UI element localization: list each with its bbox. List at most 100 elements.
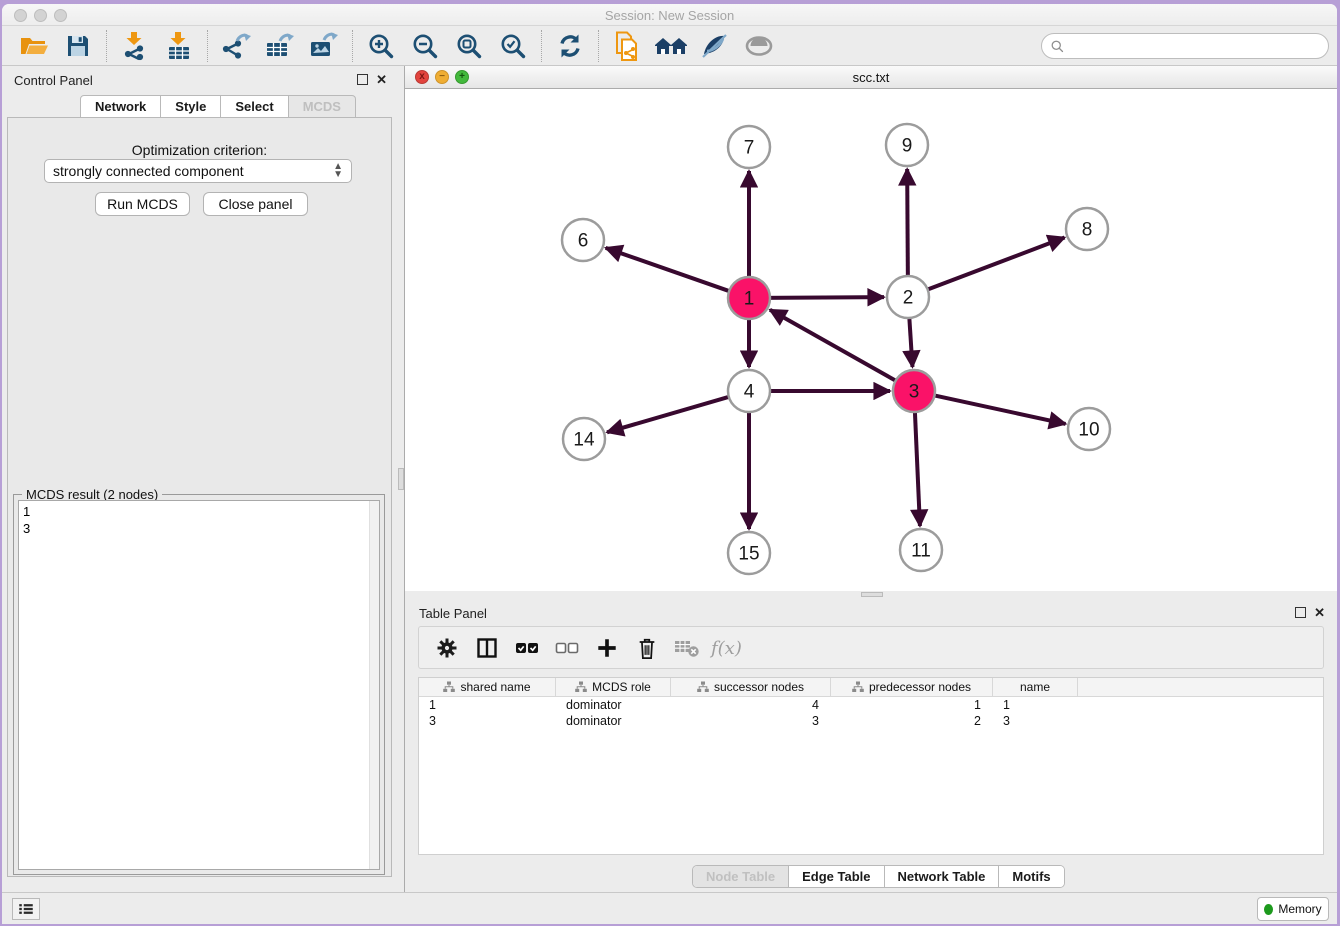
graph-node-8[interactable]: 8 (1066, 208, 1108, 250)
birds-eye-view-button[interactable] (737, 29, 781, 63)
column-header-shared-name[interactable]: shared name (419, 678, 556, 696)
graph-edge-1-2[interactable] (764, 297, 884, 298)
svg-text:9: 9 (902, 136, 913, 157)
save-session-button[interactable] (56, 29, 100, 63)
graph-node-3[interactable]: 3 (893, 370, 935, 412)
svg-text:8: 8 (1082, 220, 1093, 241)
graph-node-1[interactable]: 1 (728, 277, 770, 319)
column-header-MCDS-role[interactable]: MCDS role (556, 678, 671, 696)
table-cell[interactable]: 4 (671, 697, 831, 713)
toggle-panes-button[interactable] (469, 631, 505, 665)
graph-edge-3-11[interactable] (915, 406, 920, 526)
svg-text:15: 15 (738, 544, 759, 565)
table-row[interactable]: 3dominator323 (419, 713, 1323, 729)
tab-network[interactable]: Network (80, 95, 161, 118)
tab-mcds[interactable]: MCDS (289, 95, 356, 118)
delete-table-button (669, 631, 705, 665)
tab-node-table[interactable]: Node Table (693, 866, 788, 887)
graph-edge-2-3[interactable] (909, 312, 913, 367)
graph-edge-4-14[interactable] (607, 395, 735, 432)
vertical-splitter[interactable] (397, 66, 405, 892)
run-mcds-button[interactable]: Run MCDS (95, 192, 190, 216)
duplicate-network-button[interactable] (605, 29, 649, 63)
task-list-icon (17, 900, 35, 918)
table-cell[interactable]: 1 (831, 697, 993, 713)
import-table-button[interactable] (157, 29, 201, 63)
export-image-button[interactable] (302, 29, 346, 63)
mcds-result-groupbox: MCDS result (2 nodes) 1 3 (13, 494, 385, 875)
float-panel-icon[interactable] (357, 74, 368, 85)
table-cell[interactable]: 3 (993, 713, 1078, 729)
refresh-network-button[interactable] (548, 29, 592, 63)
column-label: successor nodes (714, 680, 804, 694)
export-network-button[interactable] (214, 29, 258, 63)
splitter-grip[interactable] (398, 468, 404, 490)
zoom-out-button[interactable] (403, 29, 447, 63)
graph-node-10[interactable]: 10 (1068, 408, 1110, 450)
criterion-value: strongly connected component (53, 163, 244, 179)
criterion-dropdown[interactable]: strongly connected component ▲▼ (44, 159, 352, 183)
tab-motifs[interactable]: Motifs (998, 866, 1063, 887)
column-header-name[interactable]: name (993, 678, 1078, 696)
graph-edge-3-10[interactable] (929, 394, 1066, 424)
open-session-button[interactable] (12, 29, 56, 63)
search-input[interactable] (1065, 36, 1328, 56)
svg-text:3: 3 (909, 382, 920, 403)
graph-node-2[interactable]: 2 (887, 276, 929, 318)
table-cell[interactable]: 3 (419, 713, 556, 729)
gear-icon (435, 636, 459, 660)
column-header-successor-nodes[interactable]: successor nodes (671, 678, 831, 696)
float-panel-icon[interactable] (1295, 607, 1306, 618)
table-row[interactable]: 1dominator411 (419, 697, 1323, 713)
graph-node-14[interactable]: 14 (563, 418, 605, 460)
horizontal-splitter[interactable] (405, 591, 1337, 599)
table-cell[interactable]: dominator (556, 697, 671, 713)
delete-columns-button[interactable] (629, 631, 665, 665)
table-cell[interactable]: 1 (993, 697, 1078, 713)
select-all-columns-button[interactable] (509, 631, 545, 665)
tab-style[interactable]: Style (161, 95, 221, 118)
graph-node-4[interactable]: 4 (728, 370, 770, 412)
graph-edge-2-8[interactable] (922, 238, 1065, 292)
graph-node-7[interactable]: 7 (728, 126, 770, 168)
table-panel-header: Table Panel ✕ (405, 599, 1337, 627)
graph-node-9[interactable]: 9 (886, 124, 928, 166)
tab-edge-table[interactable]: Edge Table (788, 866, 883, 887)
graph-node-11[interactable]: 11 (900, 529, 942, 571)
svg-text:f(x): f(x) (709, 638, 742, 659)
task-history-button[interactable] (12, 898, 40, 920)
svg-text:11: 11 (911, 541, 931, 562)
close-panel-icon[interactable]: ✕ (376, 73, 387, 86)
network-canvas[interactable]: 7 9 6 8 1 2 4 3 14 10 15 11 (405, 89, 1337, 591)
tab-select[interactable]: Select (221, 95, 288, 118)
table-cell[interactable]: 1 (419, 697, 556, 713)
table-cell[interactable]: 2 (831, 713, 993, 729)
table-cell[interactable]: dominator (556, 713, 671, 729)
graph-node-6[interactable]: 6 (562, 219, 604, 261)
mcds-result-text[interactable]: 1 3 (18, 500, 380, 870)
close-panel-icon[interactable]: ✕ (1314, 606, 1325, 619)
first-neighbors-button[interactable] (649, 29, 693, 63)
zoom-in-button[interactable] (359, 29, 403, 63)
column-header-predecessor-nodes[interactable]: predecessor nodes (831, 678, 993, 696)
zoom-fit-button[interactable] (447, 29, 491, 63)
table-settings-button[interactable] (429, 631, 465, 665)
memory-button[interactable]: Memory (1257, 897, 1329, 921)
fx-icon: f(x) (709, 635, 745, 661)
splitter-grip[interactable] (861, 592, 883, 597)
show-hide-details-button[interactable] (693, 29, 737, 63)
deselect-all-columns-button[interactable] (549, 631, 585, 665)
export-network-icon (221, 32, 251, 60)
close-panel-button[interactable]: Close panel (203, 192, 308, 216)
graph-edge-1-6[interactable] (606, 248, 735, 293)
import-network-button[interactable] (113, 29, 157, 63)
graph-edge-3-1[interactable] (770, 310, 901, 384)
tab-network-table[interactable]: Network Table (884, 866, 999, 887)
zoom-selected-button[interactable] (491, 29, 535, 63)
create-column-button[interactable] (589, 631, 625, 665)
graph-edge-2-9[interactable] (907, 169, 908, 282)
graph-node-15[interactable]: 15 (728, 532, 770, 574)
result-scrollbar[interactable] (369, 501, 379, 869)
table-cell[interactable]: 3 (671, 713, 831, 729)
export-table-button[interactable] (258, 29, 302, 63)
